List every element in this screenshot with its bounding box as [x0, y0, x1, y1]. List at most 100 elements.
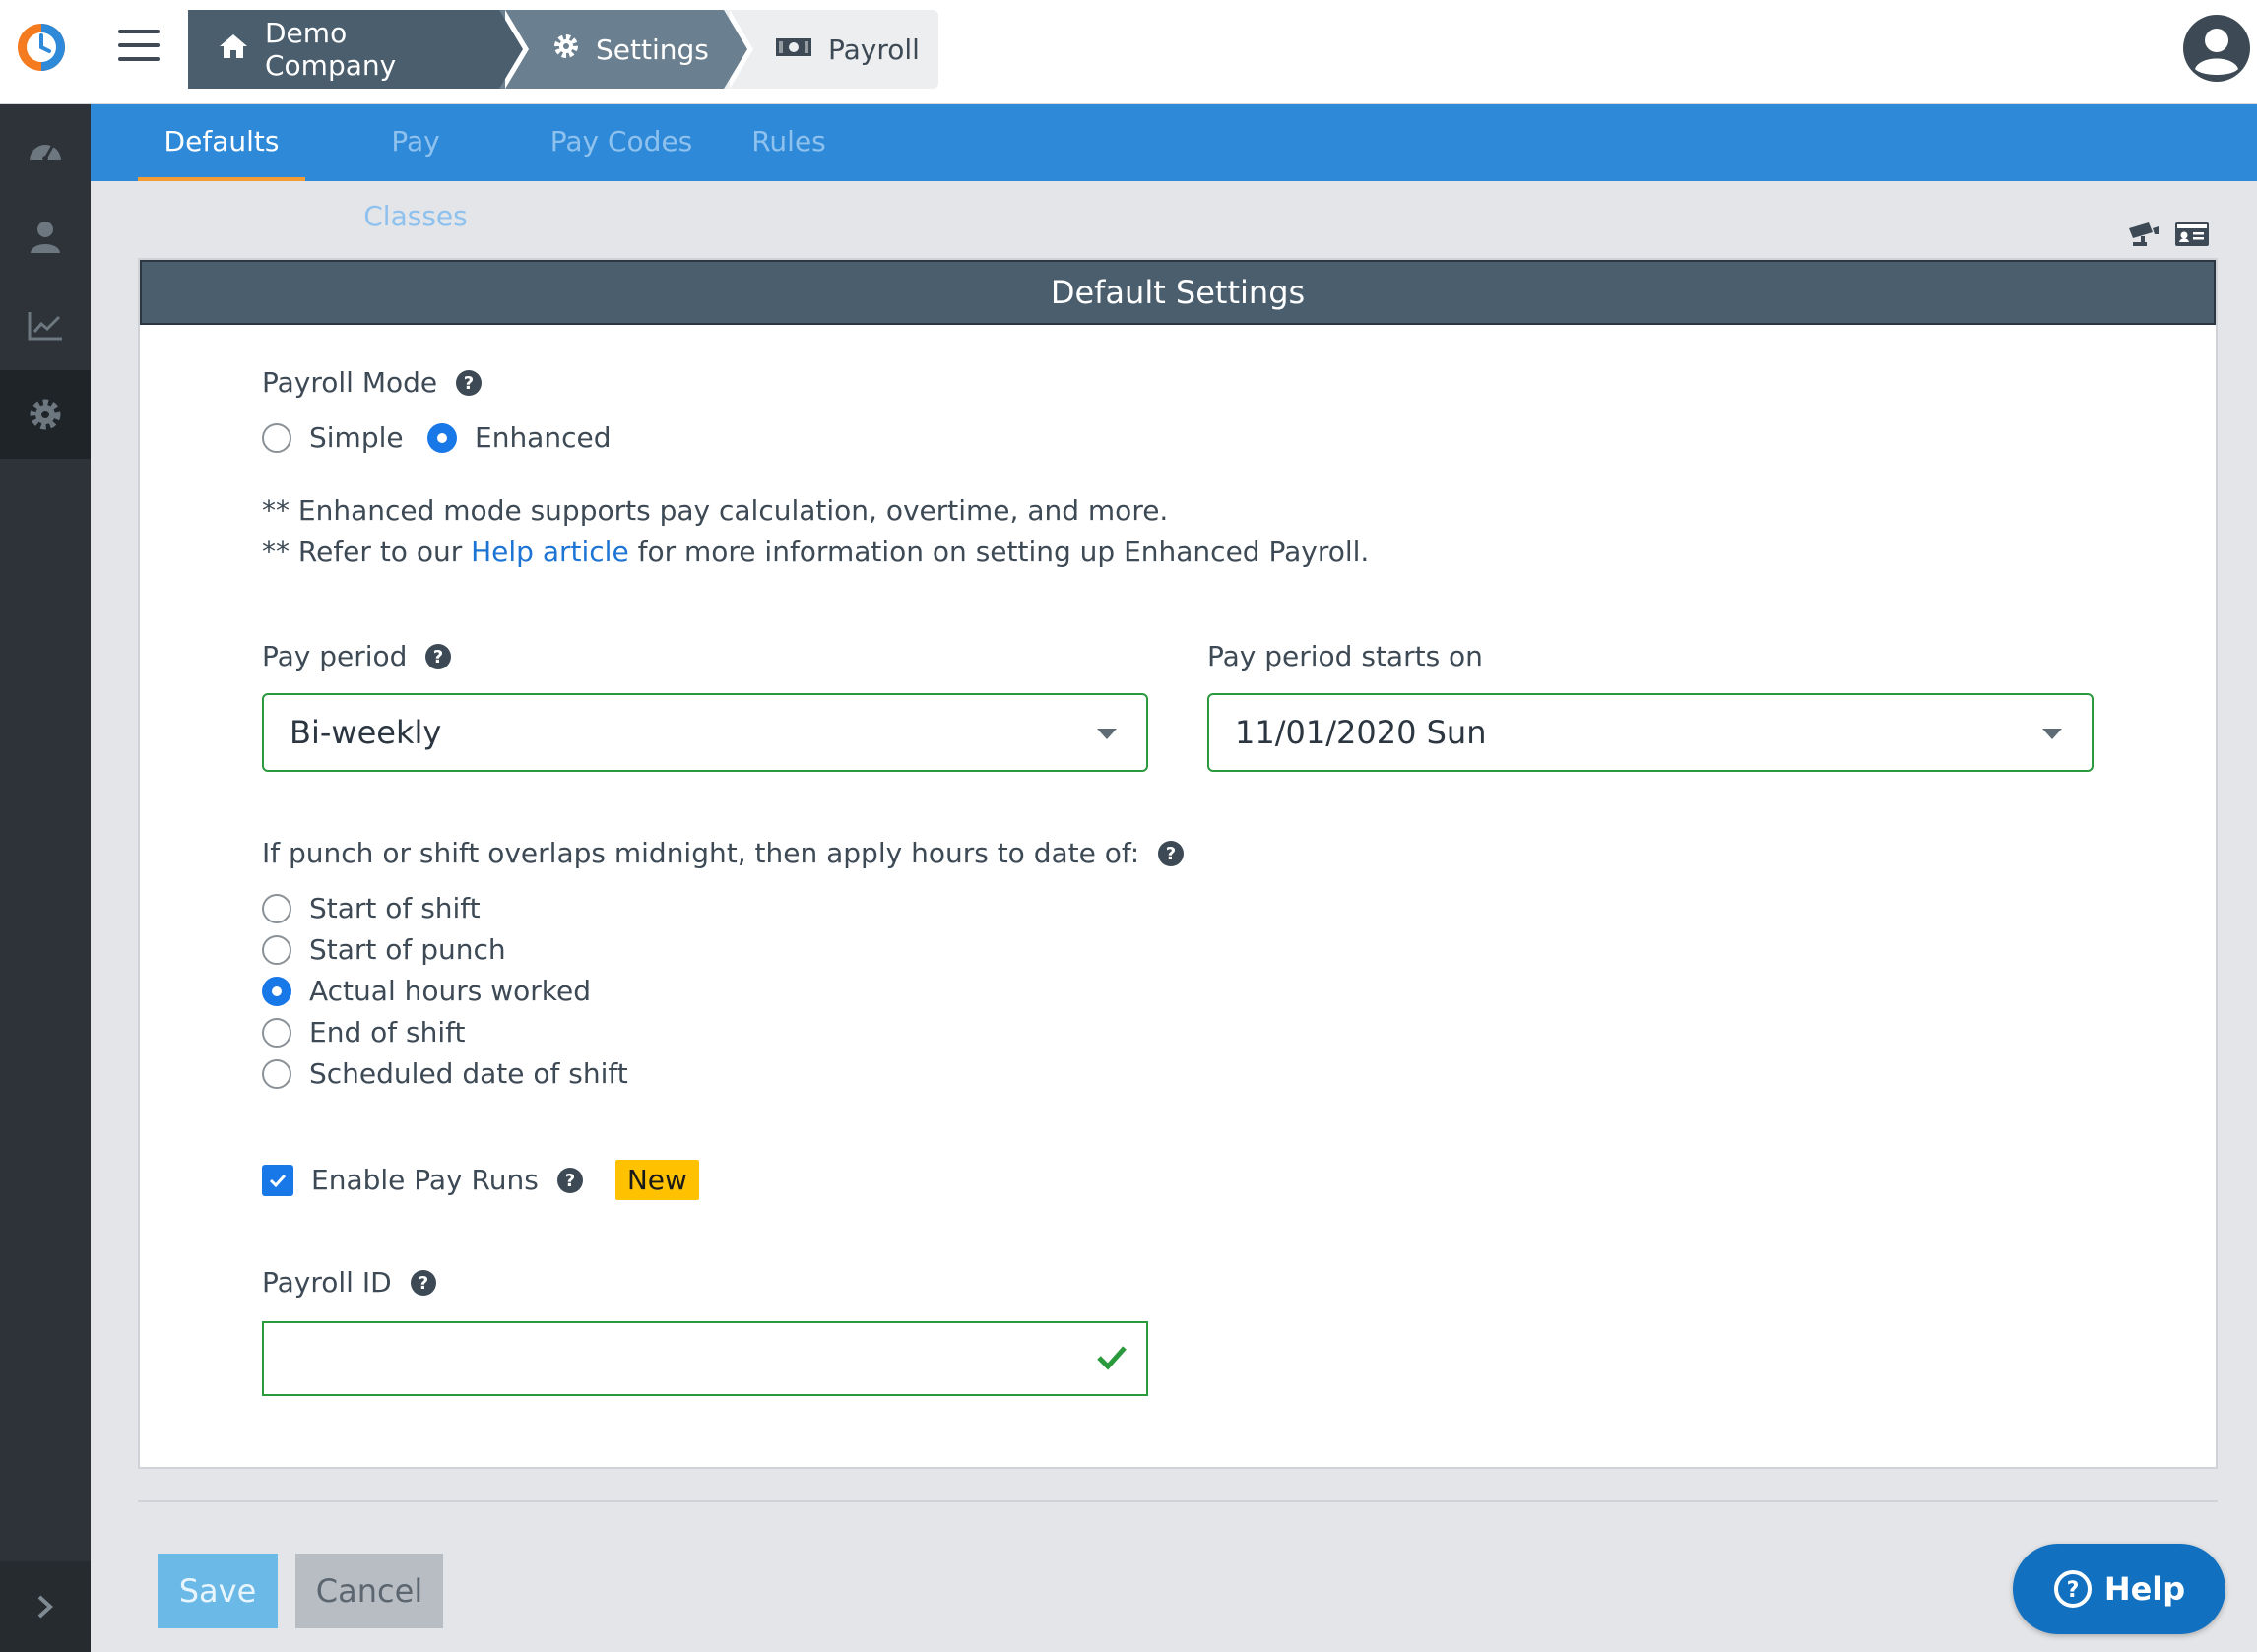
note-prefix: ** Refer to our	[262, 536, 472, 568]
radio-start-of-shift[interactable]	[262, 893, 291, 923]
radio-enhanced[interactable]	[427, 422, 457, 453]
pay-period-label-text: Pay period	[262, 640, 408, 672]
pay-period-start-label: Pay period starts on	[1207, 640, 1483, 672]
sidebar-item-users[interactable]	[0, 193, 91, 282]
midnight-end-of-shift[interactable]: End of shift	[262, 1016, 465, 1048]
pay-period-select[interactable]: Bi-weekly	[262, 693, 1148, 772]
help-question-icon[interactable]: ?	[556, 1167, 584, 1194]
pay-period-label: Pay period ?	[262, 640, 452, 672]
camera-icon[interactable]	[2127, 221, 2160, 250]
breadcrumb-payroll[interactable]: Payroll	[724, 10, 938, 89]
help-article-link[interactable]: Help article	[471, 536, 629, 568]
radio-start-of-punch[interactable]	[262, 934, 291, 965]
pay-period-value: Bi-weekly	[290, 714, 442, 751]
panel-title: Default Settings	[140, 260, 2216, 325]
money-icon	[775, 33, 812, 66]
svg-text:?: ?	[464, 373, 474, 394]
radio-label: Scheduled date of shift	[309, 1057, 628, 1090]
radio-label: Actual hours worked	[309, 975, 592, 1007]
payroll-mode-label: Payroll Mode ?	[262, 366, 483, 399]
radio-label: Simple	[309, 421, 404, 454]
help-label: Help	[2103, 1570, 2186, 1608]
enable-pay-runs-checkbox[interactable]	[262, 1164, 293, 1196]
gear-icon	[30, 399, 61, 430]
midnight-rule-label-text: If punch or shift overlaps midnight, the…	[262, 837, 1140, 869]
midnight-scheduled-date[interactable]: Scheduled date of shift	[262, 1057, 628, 1090]
help-question-icon[interactable]: ?	[410, 1269, 437, 1297]
menu-toggle-icon[interactable]	[118, 30, 160, 65]
svg-text:?: ?	[418, 1273, 427, 1294]
gear-icon	[552, 32, 580, 67]
radio-scheduled-date-of-shift[interactable]	[262, 1058, 291, 1089]
radio-end-of-shift[interactable]	[262, 1017, 291, 1048]
tab-rules[interactable]: Rules	[742, 104, 835, 181]
cancel-button[interactable]: Cancel	[295, 1554, 443, 1628]
radio-label: Start of shift	[309, 892, 481, 924]
midnight-actual-hours[interactable]: Actual hours worked	[262, 975, 591, 1007]
svg-text:?: ?	[2066, 1578, 2079, 1603]
payroll-id-input[interactable]	[262, 1321, 1148, 1396]
midnight-rule-label: If punch or shift overlaps midnight, the…	[262, 837, 1185, 869]
home-icon	[218, 32, 249, 67]
app-logo-icon[interactable]	[16, 22, 67, 73]
caret-down-icon	[2042, 729, 2062, 739]
payroll-mode-enhanced[interactable]: Enhanced	[427, 421, 611, 454]
enable-pay-runs-row: Enable Pay Runs ? New	[262, 1160, 699, 1200]
sidebar-item-dashboard[interactable]	[0, 104, 91, 193]
midnight-start-of-shift[interactable]: Start of shift	[262, 892, 481, 924]
caret-down-icon	[1097, 729, 1117, 739]
breadcrumb-label: Demo Company	[265, 17, 397, 82]
payroll-mode-simple[interactable]: Simple	[262, 421, 404, 454]
save-button[interactable]: Save	[158, 1554, 278, 1628]
breadcrumb-label: Payroll	[828, 32, 920, 66]
radio-label: End of shift	[309, 1016, 466, 1048]
enable-pay-runs-label: Enable Pay Runs	[311, 1164, 539, 1196]
sidebar-item-reports[interactable]	[0, 282, 91, 370]
sidebar-item-settings[interactable]	[0, 370, 91, 459]
pay-period-start-value: 11/01/2020 Sun	[1235, 714, 1487, 751]
sidebar-expand-button[interactable]	[0, 1561, 91, 1652]
tab-bar: Defaults Pay Classes Pay Codes Rules	[91, 104, 2257, 232]
payroll-mode-label-text: Payroll Mode	[262, 366, 438, 399]
help-circle-icon: ?	[2053, 1570, 2092, 1608]
breadcrumb-demo-company[interactable]: Demo Company	[188, 10, 529, 89]
help-question-icon[interactable]: ?	[424, 643, 452, 670]
radio-label: Enhanced	[475, 421, 612, 454]
svg-text:?: ?	[1166, 844, 1176, 864]
check-icon	[269, 1174, 287, 1187]
radio-actual-hours-worked[interactable]	[262, 976, 291, 1006]
id-card-icon[interactable]	[2174, 221, 2210, 248]
midnight-start-of-punch[interactable]: Start of punch	[262, 933, 506, 966]
svg-text:?: ?	[565, 1171, 575, 1191]
breadcrumb-settings[interactable]: Settings	[499, 10, 753, 89]
dashboard-icon	[30, 144, 61, 161]
default-settings-panel: Default Settings Payroll Mode ? Simple E…	[138, 258, 2218, 1469]
chevron-right-icon	[37, 1595, 53, 1619]
help-question-icon[interactable]: ?	[455, 369, 483, 397]
radio-simple[interactable]	[262, 422, 291, 453]
breadcrumb-label: Settings	[596, 32, 709, 66]
pay-period-start-select[interactable]: 11/01/2020 Sun	[1207, 693, 2094, 772]
breadcrumb: Demo Company Settings Payroll	[188, 10, 938, 89]
enhanced-note-2: ** Refer to our Help article for more in…	[262, 536, 1369, 568]
valid-check-icon	[1097, 1346, 1127, 1370]
payroll-id-label: Payroll ID ?	[262, 1266, 437, 1299]
top-bar: Demo Company Settings Payroll	[0, 0, 2257, 104]
tab-pay-classes[interactable]: Pay Classes	[339, 104, 492, 232]
svg-text:?: ?	[433, 647, 443, 667]
user-icon	[31, 222, 60, 253]
divider	[138, 1500, 2218, 1502]
tab-pay-codes[interactable]: Pay Codes	[549, 104, 693, 181]
enhanced-note-1: ** Enhanced mode supports pay calculatio…	[262, 494, 1169, 527]
user-avatar-icon[interactable]	[2182, 14, 2251, 83]
payroll-id-label-text: Payroll ID	[262, 1266, 392, 1299]
panel-tools	[2127, 221, 2210, 250]
help-question-icon[interactable]: ?	[1157, 840, 1185, 867]
help-button[interactable]: ? Help	[2013, 1544, 2225, 1634]
new-badge: New	[614, 1160, 699, 1200]
sidebar	[0, 104, 91, 1652]
radio-label: Start of punch	[309, 933, 506, 966]
tab-defaults[interactable]: Defaults	[138, 104, 305, 181]
note-suffix: for more information on setting up Enhan…	[628, 536, 1370, 568]
chart-line-icon	[28, 312, 62, 341]
